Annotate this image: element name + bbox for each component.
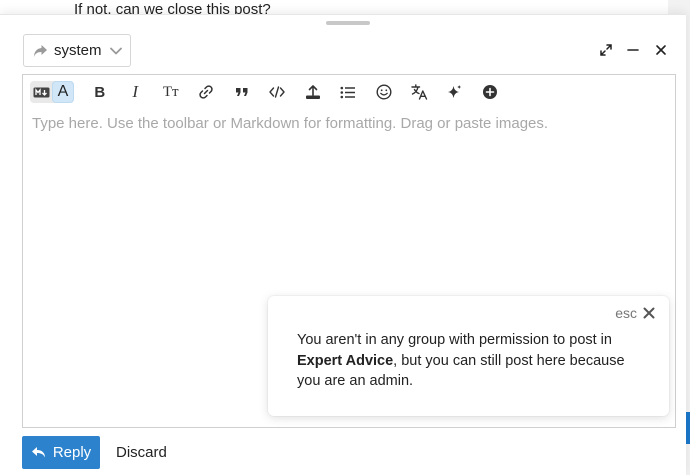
markdown-mode-icon[interactable] (30, 81, 52, 103)
minimize-icon (627, 49, 639, 51)
editor-toolbar: A B I Tт (23, 75, 675, 109)
smile-icon (376, 84, 392, 100)
share-arrow-icon (34, 44, 47, 57)
code-button[interactable] (260, 80, 296, 104)
reply-to-dropdown[interactable]: system (23, 34, 131, 67)
heading-icon: Tт (162, 83, 179, 100)
upload-button[interactable] (295, 80, 331, 104)
ai-helper-button[interactable] (437, 80, 473, 104)
quote-icon (235, 88, 248, 96)
esc-hint: esc (615, 305, 637, 321)
bold-button[interactable]: B (82, 80, 118, 104)
composer-panel: system A B I Tт Type here. Use the toolb… (0, 14, 686, 475)
reply-label: Reply (52, 444, 92, 461)
reply-button[interactable]: Reply (22, 436, 100, 469)
notice-message: You aren't in any group with permission … (297, 330, 647, 392)
editor-mode-toggle[interactable]: A (30, 81, 74, 103)
sparkle-icon (448, 84, 462, 98)
link-button[interactable] (189, 80, 225, 104)
close-notice-button[interactable] (641, 305, 657, 321)
background-button-edge (686, 412, 690, 444)
expand-button[interactable] (596, 40, 616, 60)
discard-button[interactable]: Discard (116, 444, 167, 461)
list-button[interactable] (331, 80, 367, 104)
quote-button[interactable] (224, 80, 260, 104)
editor-placeholder: Type here. Use the toolbar or Markdown f… (32, 115, 549, 132)
chevron-down-icon (109, 47, 122, 54)
heading-button[interactable]: Tт (153, 80, 189, 104)
code-icon (269, 86, 285, 98)
reply-icon (31, 447, 45, 458)
list-icon (340, 86, 356, 98)
close-composer-button[interactable] (651, 40, 671, 60)
bold-icon: B (94, 83, 106, 101)
italic-button[interactable]: I (118, 80, 154, 104)
translate-icon (411, 84, 427, 100)
expand-icon (600, 44, 612, 56)
plus-circle-icon (483, 85, 498, 99)
permission-notice: esc You aren't in any group with permiss… (268, 296, 669, 416)
close-icon (656, 45, 666, 55)
upload-icon (305, 85, 320, 99)
resize-grip[interactable] (326, 21, 370, 25)
rich-text-mode-button[interactable]: A (52, 81, 74, 103)
close-icon (643, 307, 655, 319)
reply-to-label: system (54, 42, 102, 59)
notice-text-before: You aren't in any group with permission … (297, 332, 612, 348)
minimize-button[interactable] (623, 40, 643, 60)
emoji-button[interactable] (366, 80, 402, 104)
link-icon (199, 85, 213, 99)
italic-icon: I (132, 82, 139, 101)
translate-button[interactable] (402, 80, 438, 104)
notice-category: Expert Advice (297, 352, 394, 369)
more-options-button[interactable] (473, 80, 509, 104)
